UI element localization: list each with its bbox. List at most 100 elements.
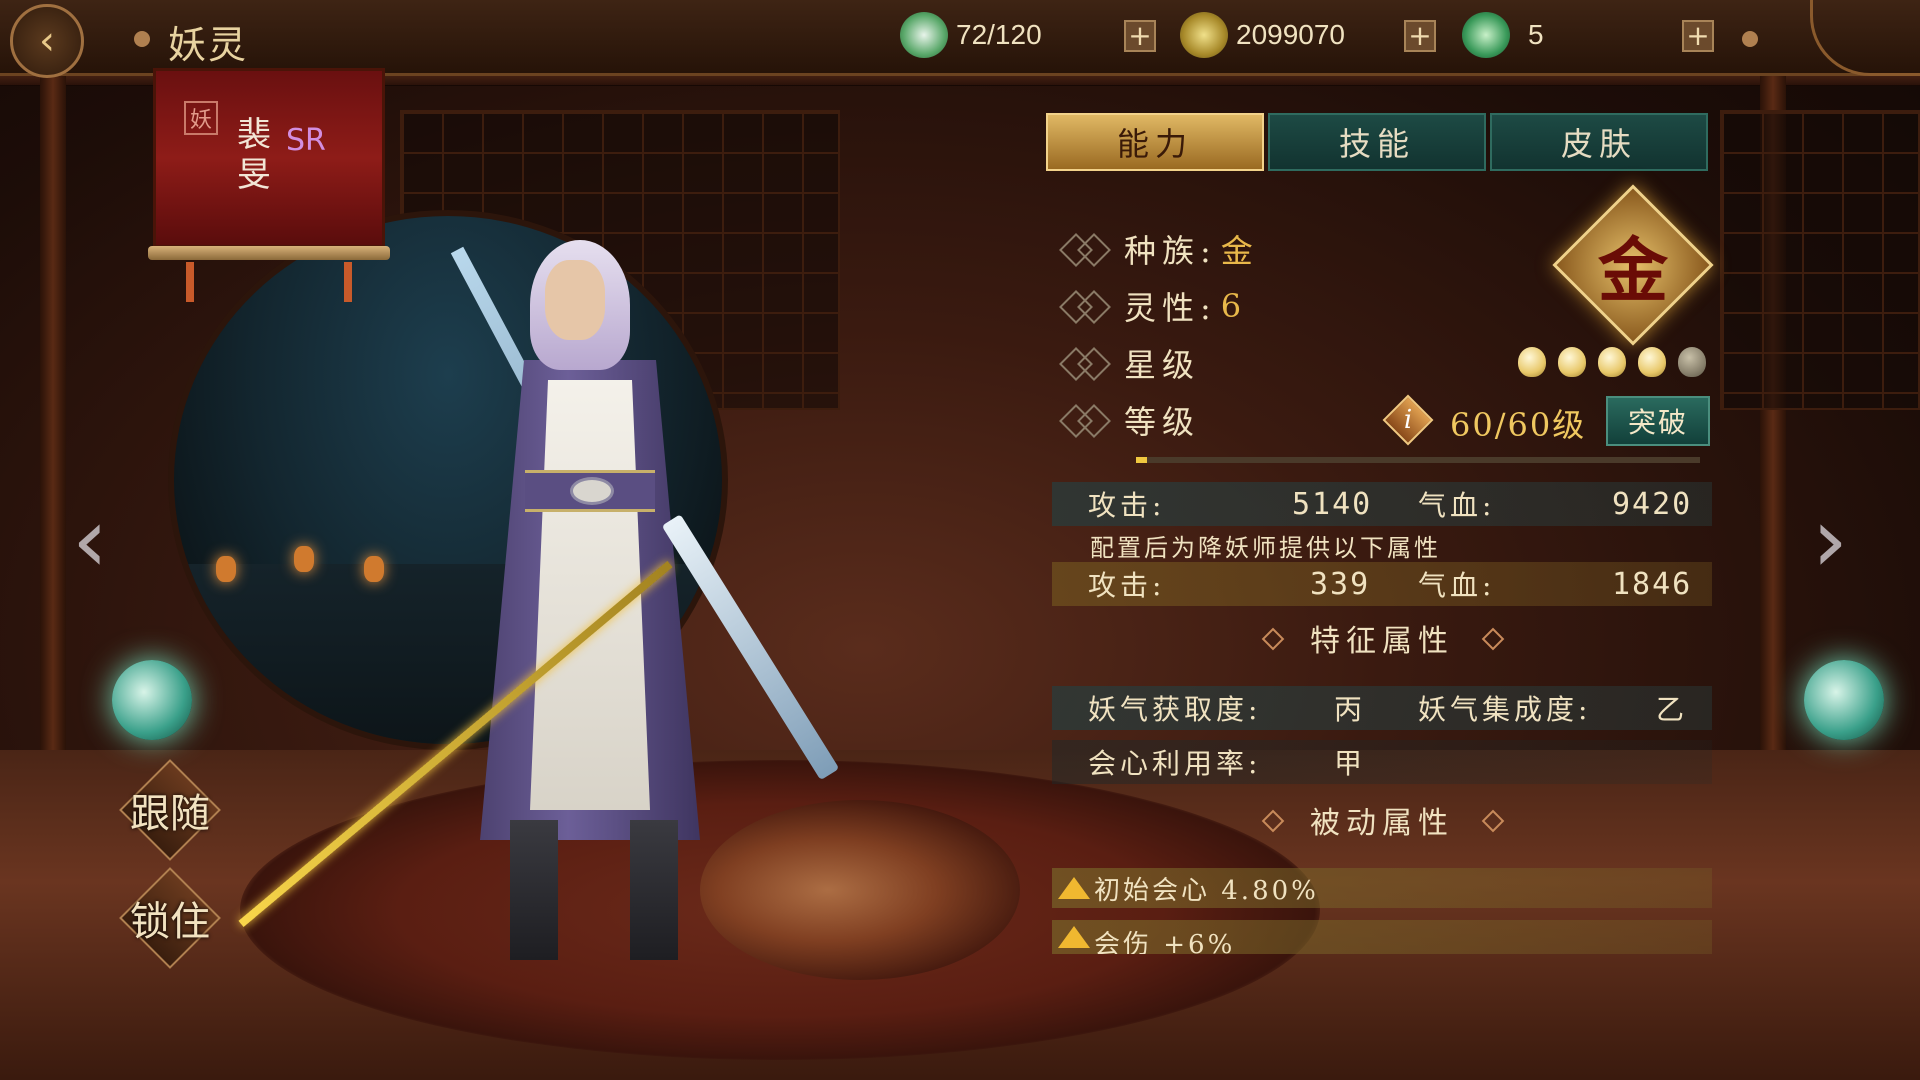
up-arrow-icon: [1058, 926, 1090, 948]
ornament-icon: [1258, 811, 1286, 829]
face: [545, 260, 605, 340]
lock-label: 锁住: [130, 899, 210, 945]
emblem-glyph: 金: [1598, 228, 1668, 312]
hp-label: 气血:: [1418, 489, 1496, 522]
tassel: [344, 262, 352, 302]
config-note: 配置后为降妖师提供以下属性: [1090, 534, 1441, 562]
base-stats-row: 攻击: 5140 气血: 9420: [1052, 482, 1712, 526]
belt-eye-ornament: [570, 477, 614, 505]
crit-usage-label: 会心利用率:: [1088, 747, 1262, 780]
lattice-window: [1720, 110, 1920, 410]
tassel: [186, 262, 194, 302]
ornament-icon: [1478, 629, 1506, 647]
detail-tabs: 能力 技能 皮肤: [1046, 113, 1708, 171]
next-character-arrow[interactable]: ›: [1800, 488, 1860, 593]
passives-header: 被动属性: [1052, 800, 1712, 841]
passives-title: 被动属性: [1310, 806, 1454, 841]
coin-icon: [1180, 12, 1228, 58]
diamond-ornament-icon: [1056, 405, 1116, 435]
info-icon: i: [1403, 405, 1413, 435]
corner-ornament: [1810, 0, 1920, 76]
hp-value: 9420: [1612, 486, 1693, 522]
level-value: 60/60级: [1450, 406, 1587, 444]
right-spirit-orb[interactable]: [1804, 660, 1884, 740]
level-progress-bar: [1136, 457, 1700, 463]
character-banner: 妖 裴旻 SR: [153, 68, 385, 248]
character-name: 裴旻: [237, 115, 271, 195]
lantern: [294, 546, 314, 572]
right-leg: [630, 820, 678, 960]
bonus-hp-value: 1846: [1612, 566, 1693, 602]
jade-icon: [1462, 12, 1510, 58]
left-leg: [510, 820, 558, 960]
prev-character-arrow[interactable]: ‹: [60, 488, 120, 593]
jade-resource: 5: [1462, 12, 1544, 58]
passive-item: 初始会心 4.80%: [1052, 868, 1712, 908]
coin-value: 2099070: [1236, 19, 1346, 50]
rarity-badge: SR: [286, 123, 326, 158]
passive-text: 会伤 +6%: [1094, 930, 1236, 954]
lock-button[interactable]: 锁住: [124, 872, 216, 964]
follow-button[interactable]: 跟随: [124, 764, 216, 856]
stamina-resource: 72/120: [900, 12, 1042, 58]
separator-dot: [134, 31, 150, 47]
level-row: 等级: [1056, 397, 1200, 443]
star-rating: [1518, 347, 1706, 377]
lantern: [216, 556, 236, 582]
level-info-button[interactable]: i: [1386, 398, 1430, 442]
level-label: 等级: [1124, 403, 1201, 441]
add-stamina-button[interactable]: +: [1124, 20, 1156, 52]
spirit-value: 6: [1220, 287, 1242, 325]
ornament-icon: [1258, 629, 1286, 647]
integrate-value: 乙: [1656, 693, 1689, 726]
race-label: 种族:: [1124, 232, 1217, 270]
star-row: 星级: [1056, 340, 1200, 386]
bonus-stats-row: 攻击: 339 气血: 1846: [1052, 562, 1712, 606]
add-jade-button[interactable]: +: [1682, 20, 1714, 52]
integrate-label: 妖气集成度:: [1418, 693, 1592, 726]
spirit-label: 灵性:: [1124, 289, 1217, 327]
metal-race-emblem-icon: 金: [1558, 190, 1708, 340]
coin-resource: 2099070: [1180, 12, 1345, 58]
add-coin-button[interactable]: +: [1404, 20, 1436, 52]
tab-ability[interactable]: 能力: [1046, 113, 1264, 171]
star-icon: [1598, 347, 1626, 377]
bonus-attack-label: 攻击:: [1088, 569, 1166, 602]
star-icon: [1558, 347, 1586, 377]
race-row: 种族: 金: [1056, 226, 1253, 272]
passive-item: 会伤 +6%: [1052, 920, 1712, 954]
tab-skins[interactable]: 皮肤: [1490, 113, 1708, 171]
level-progress-fill: [1136, 457, 1148, 463]
star-icon: [1638, 347, 1666, 377]
bonus-hp-label: 气血:: [1418, 569, 1496, 602]
traits-header: 特征属性: [1052, 618, 1712, 659]
traits-row-2: 会心利用率: 甲: [1052, 740, 1712, 784]
diamond-ornament-icon: [1056, 348, 1116, 378]
traits-row-1: 妖气获取度: 丙 妖气集成度: 乙: [1052, 686, 1712, 730]
back-button[interactable]: ‹: [10, 4, 84, 78]
passive-text: 初始会心 4.80%: [1094, 875, 1319, 906]
attack-label: 攻击:: [1088, 489, 1166, 522]
crit-usage-value: 甲: [1334, 747, 1367, 780]
bonus-attack-value: 339: [1310, 566, 1371, 602]
pillar: [40, 70, 66, 830]
tab-skills[interactable]: 技能: [1268, 113, 1486, 171]
acquire-label: 妖气获取度:: [1088, 693, 1262, 726]
jade-value: 5: [1528, 19, 1544, 50]
breakthrough-button[interactable]: 突破: [1606, 396, 1710, 446]
banner-rod: [148, 246, 390, 260]
left-spirit-orb[interactable]: [112, 660, 192, 740]
character-model[interactable]: [238, 220, 840, 960]
stamina-icon: [900, 12, 948, 58]
acquire-value: 丙: [1334, 693, 1367, 726]
follow-label: 跟随: [130, 791, 210, 837]
stamina-value: 72/120: [956, 19, 1042, 50]
separator-dot: [1742, 31, 1758, 47]
star-label: 星级: [1124, 346, 1201, 384]
spirit-row: 灵性: 6: [1056, 283, 1241, 329]
traits-title: 特征属性: [1310, 624, 1454, 659]
top-bar: ‹ 妖灵 72/120 + 2099070 + 5 +: [0, 0, 1920, 78]
star-icon: [1678, 347, 1706, 377]
yao-seal: 妖: [184, 101, 218, 135]
diamond-ornament-icon: [1056, 234, 1116, 264]
